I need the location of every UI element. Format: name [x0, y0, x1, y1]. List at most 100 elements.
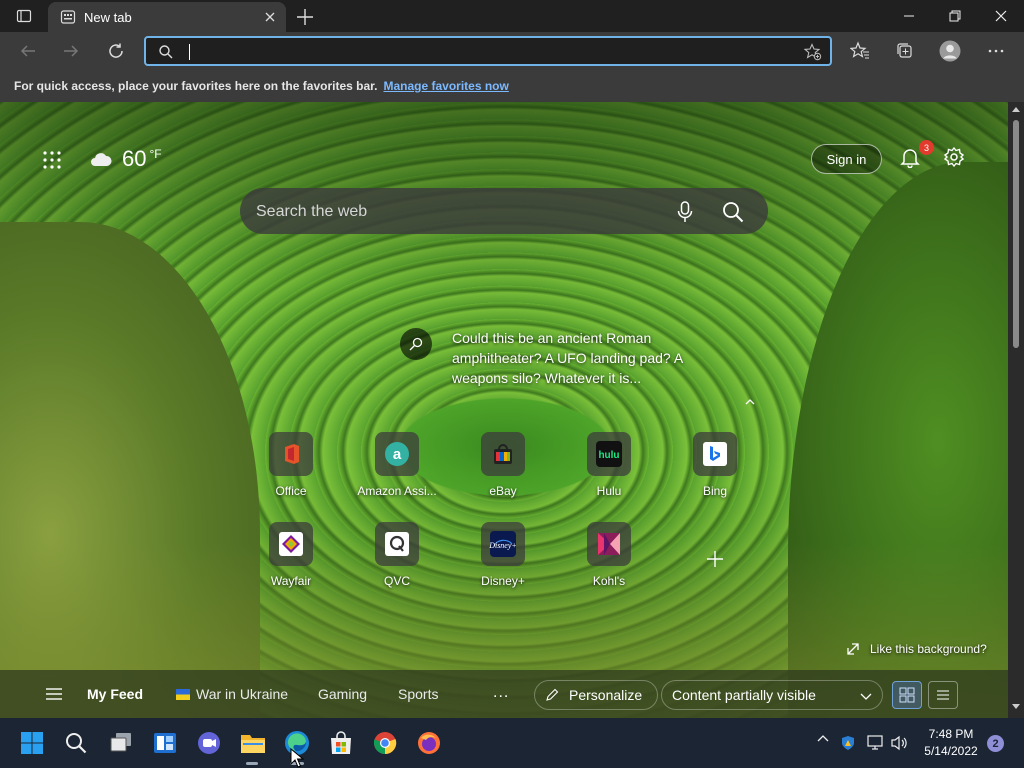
microsoft-store-button[interactable] [326, 728, 356, 758]
new-tab-page-icon [60, 10, 76, 24]
settings-menu-button[interactable] [982, 38, 1010, 64]
background-info[interactable]: Could this be an ancient Roman amphithea… [400, 328, 702, 388]
widgets-button[interactable] [150, 728, 180, 758]
manage-favorites-link[interactable]: Manage favorites now [383, 79, 508, 93]
personalize-button[interactable]: Personalize [534, 680, 658, 710]
forward-button[interactable] [57, 38, 85, 64]
chrome-button[interactable] [370, 728, 400, 758]
minimize-button[interactable] [886, 0, 932, 32]
tab-strip: New tab [0, 0, 1024, 32]
firefox-icon [418, 732, 440, 754]
hamburger-menu-icon[interactable] [46, 687, 62, 701]
quick-link-label: Office [275, 484, 307, 498]
quick-link-label: Kohl's [592, 574, 626, 588]
taskbar-search-button[interactable] [61, 728, 91, 758]
profile-button[interactable] [936, 38, 964, 64]
quick-link-label: Amazon Assi... [357, 484, 437, 498]
amazon-icon: a [375, 432, 419, 476]
firefox-button[interactable] [414, 728, 444, 758]
mouse-pointer-icon [290, 748, 304, 768]
bell-icon [900, 149, 920, 169]
address-bar[interactable] [144, 36, 832, 66]
tab-actions-button[interactable] [8, 4, 40, 28]
feed-more-button[interactable]: ... [493, 684, 509, 702]
background-search-button[interactable] [400, 328, 432, 360]
list-layout-button[interactable] [928, 681, 958, 709]
tab-new-tab[interactable]: New tab [48, 2, 286, 32]
ebay-icon [481, 432, 525, 476]
quick-link-wayfair[interactable]: Wayfair [246, 522, 336, 594]
new-tab-plus-icon[interactable] [294, 6, 316, 28]
web-search-box[interactable]: Search the web [240, 188, 768, 234]
feed-tab-label: War in Ukraine [196, 686, 289, 702]
teams-chat-button[interactable] [194, 728, 224, 758]
volume-icon[interactable] [891, 735, 909, 751]
feed-tab-my-feed[interactable]: My Feed [87, 686, 143, 702]
like-background-link[interactable]: Like this background? [846, 642, 987, 656]
browser-toolbar [0, 32, 1024, 70]
file-explorer-button[interactable] [238, 728, 268, 758]
page-scrollbar[interactable] [1008, 102, 1024, 718]
weather-unit: °F [149, 147, 162, 161]
weather-widget[interactable]: 60 °F [90, 146, 162, 172]
address-input[interactable] [184, 42, 784, 62]
feed-tab-gaming[interactable]: Gaming [318, 686, 367, 702]
quick-link-kohls[interactable]: Kohl's [564, 522, 654, 594]
weather-temperature: 60 [122, 146, 147, 171]
search-icon[interactable] [722, 201, 744, 223]
clock-time: 7:48 PM [928, 727, 974, 741]
bing-icon [693, 432, 737, 476]
app-launcher-icon[interactable] [42, 150, 62, 170]
microphone-icon[interactable] [677, 201, 693, 223]
favorites-button[interactable] [846, 38, 874, 64]
content-visibility-dropdown[interactable]: Content partially visible [661, 680, 883, 710]
network-icon[interactable] [867, 735, 885, 751]
back-button[interactable] [14, 38, 42, 64]
grid-layout-button[interactable] [892, 681, 922, 709]
start-button[interactable] [17, 728, 47, 758]
task-view-button[interactable] [106, 728, 136, 758]
quick-link-hulu[interactable]: hulu Hulu [564, 432, 654, 504]
security-shield-icon[interactable] [840, 735, 856, 751]
start-icon [21, 732, 43, 754]
gear-icon [943, 146, 965, 168]
system-clock[interactable]: 7:48 PM 5/14/2022 [916, 726, 986, 760]
favorites-bar-message: For quick access, place your favorites h… [14, 79, 378, 93]
task-view-icon [110, 733, 131, 752]
close-window-button[interactable] [978, 0, 1024, 32]
quick-link-qvc[interactable]: QVC [352, 522, 442, 594]
quick-link-label: QVC [383, 574, 410, 588]
notifications-button[interactable]: 3 [899, 140, 934, 170]
chrome-icon [373, 732, 397, 755]
quick-link-office[interactable]: Office [246, 432, 336, 504]
favorites-icon [850, 41, 869, 59]
sign-in-button[interactable]: Sign in [811, 144, 882, 174]
add-quick-link-icon[interactable] [706, 550, 724, 568]
grid-icon [899, 687, 915, 703]
quick-link-disney[interactable]: Disney+ Disney+ [458, 522, 548, 594]
background-caption[interactable]: Could this be an ancient Roman amphithea… [452, 328, 702, 388]
quick-link-ebay[interactable]: eBay [458, 432, 548, 504]
scroll-up-arrow-icon[interactable] [1012, 106, 1020, 112]
disney-icon: Disney+ [481, 522, 525, 566]
restore-button[interactable] [932, 0, 978, 32]
chevron-up-icon[interactable] [744, 396, 756, 408]
search-icon [159, 45, 173, 59]
feed-tab-war-in-ukraine[interactable]: War in Ukraine [176, 686, 288, 702]
add-favorite-star-icon[interactable] [804, 43, 822, 61]
quick-link-bing[interactable]: Bing [670, 432, 760, 504]
scroll-down-arrow-icon[interactable] [1012, 704, 1020, 710]
page-settings-button[interactable] [943, 146, 967, 170]
refresh-button[interactable] [102, 38, 130, 64]
show-hidden-icons-chevron-icon[interactable] [817, 733, 829, 745]
quick-link-amazon[interactable]: a Amazon Assi... [352, 432, 442, 504]
magnifier-icon [409, 337, 423, 351]
close-tab-icon[interactable] [262, 9, 278, 25]
scrollbar-thumb[interactable] [1013, 120, 1019, 348]
pencil-icon [546, 688, 559, 701]
favorites-bar: For quick access, place your favorites h… [0, 70, 1024, 102]
feed-tab-sports[interactable]: Sports [398, 686, 438, 702]
collections-icon [897, 43, 912, 58]
collections-button[interactable] [891, 38, 919, 64]
notification-center-badge[interactable]: 2 [987, 735, 1004, 752]
